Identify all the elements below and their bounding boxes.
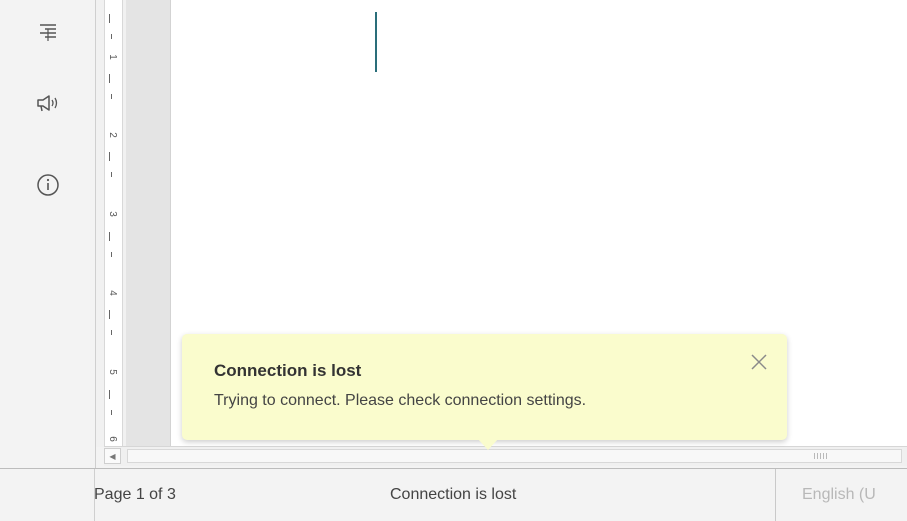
ruler-tick — [109, 390, 110, 399]
ruler-tick — [109, 74, 110, 83]
grip-icon — [814, 453, 828, 459]
language-selector[interactable]: English (U — [802, 486, 876, 504]
notification-title: Connection is lost — [214, 361, 362, 380]
paragraph-button[interactable] — [31, 15, 65, 49]
ruler-tick — [111, 172, 112, 177]
status-bar-left-block — [0, 469, 95, 521]
connection-lost-notification: Connection is lost Trying to connect. Pl… — [182, 334, 787, 450]
scroll-thumb[interactable] — [127, 449, 902, 463]
ruler-tick — [111, 410, 112, 415]
ruler-number: 5 — [107, 369, 118, 375]
ruler-tick — [109, 152, 110, 161]
megaphone-icon — [36, 92, 60, 114]
ruler-number: 3 — [107, 211, 118, 217]
arrow-left-icon: ◀ — [109, 451, 116, 461]
ruler-tick — [109, 14, 110, 23]
vertical-ruler: 1 2 3 4 5 6 — [96, 0, 126, 447]
about-button[interactable] — [31, 168, 65, 202]
left-sidebar — [0, 0, 96, 468]
ruler-tick — [111, 252, 112, 257]
feedback-button[interactable] — [31, 86, 65, 120]
horizontal-scrollbar[interactable]: ◀ — [104, 446, 907, 466]
ruler-tick — [111, 94, 112, 99]
ruler-strip: 1 2 3 4 5 6 — [104, 0, 123, 447]
ruler-number: 6 — [107, 436, 118, 442]
ruler-tick — [111, 330, 112, 335]
ruler-number: 4 — [107, 290, 118, 296]
connection-status: Connection is lost — [390, 486, 517, 503]
page-gutter — [126, 0, 170, 447]
ruler-tick — [111, 34, 112, 39]
ruler-tick — [109, 232, 110, 241]
page-info[interactable]: Page 1 of 3 — [94, 486, 176, 504]
ruler-tick — [109, 310, 110, 319]
ruler-number: 1 — [107, 54, 118, 60]
ruler-number: 2 — [107, 132, 118, 138]
close-icon — [749, 354, 769, 376]
info-icon — [36, 173, 60, 197]
status-bar: Page 1 of 3 Connection is lost English (… — [0, 468, 907, 521]
text-caret — [375, 12, 377, 72]
close-button[interactable] — [749, 352, 769, 372]
scroll-left-button[interactable]: ◀ — [104, 448, 121, 464]
status-divider — [775, 469, 776, 521]
editor-window: 1 2 3 4 5 6 ◀ Page 1 of 3 Connection is … — [0, 0, 907, 521]
toast-pointer — [477, 438, 499, 450]
align-text-icon — [37, 21, 59, 43]
notification-message: Trying to connect. Please check connecti… — [214, 392, 587, 409]
